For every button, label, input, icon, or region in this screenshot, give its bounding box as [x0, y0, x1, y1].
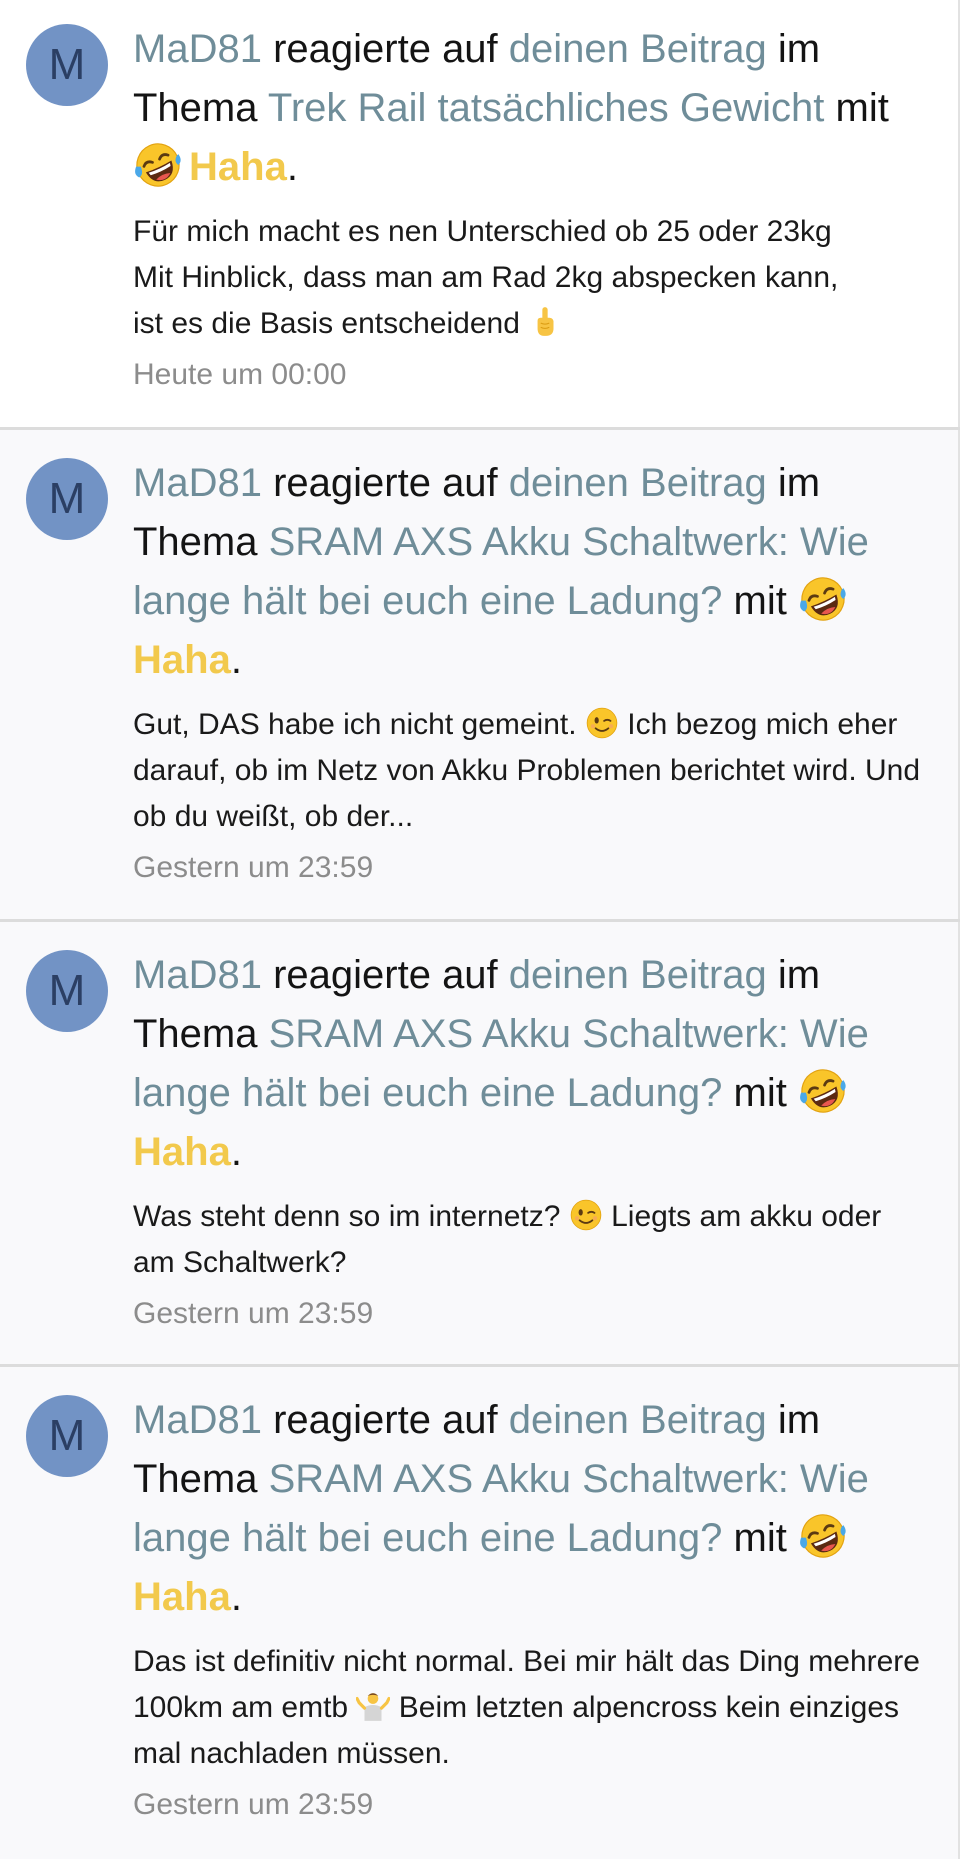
- user-link[interactable]: MaD81: [133, 1398, 262, 1442]
- alert-item[interactable]: M MaD81 reagierte auf deinen Beitrag im …: [0, 1367, 960, 1859]
- alert-item[interactable]: M MaD81 reagierte auf deinen Beitrag im …: [0, 922, 960, 1367]
- post-link[interactable]: deinen Beitrag: [509, 461, 767, 505]
- post-link[interactable]: deinen Beitrag: [509, 27, 767, 71]
- snippet-line: Mit Hinblick, dass man am Rad 2kg abspec…: [133, 261, 839, 294]
- reaction-label: Haha: [189, 145, 287, 189]
- action-text: reagierte auf: [273, 953, 498, 997]
- laughing-emoji-icon: [798, 1066, 848, 1116]
- post-snippet[interactable]: Was steht denn so im internetz? Liegts a…: [133, 1194, 930, 1286]
- laughing-emoji-icon: [798, 1511, 848, 1561]
- alert-headline: MaD81 reagierte auf deinen Beitrag im Th…: [133, 461, 869, 682]
- pointing-up-icon: [528, 305, 562, 339]
- action-text: reagierte auf: [273, 461, 498, 505]
- alert-headline: MaD81 reagierte auf deinen Beitrag im Th…: [133, 20, 930, 197]
- post-snippet[interactable]: Für mich macht es nen Unterschied ob 25 …: [133, 209, 930, 347]
- avatar[interactable]: M: [26, 1395, 108, 1477]
- shrug-icon: [356, 1689, 390, 1723]
- reaction-label: Haha: [133, 1575, 231, 1619]
- reaction-label: Haha: [133, 1130, 231, 1174]
- user-link[interactable]: MaD81: [133, 27, 262, 71]
- snippet-line: Was steht denn so im internetz?: [133, 1200, 561, 1233]
- laughing-emoji-icon: [798, 574, 848, 624]
- snippet-line: Gut, DAS habe ich nicht gemeint.: [133, 708, 577, 741]
- with-text: mit: [733, 1516, 787, 1560]
- alert-headline: MaD81 reagierte auf deinen Beitrag im Th…: [133, 953, 869, 1174]
- alerts-list: M MaD81 reagierte auf deinen Beitrag im …: [0, 0, 960, 1859]
- with-text: mit: [733, 579, 787, 623]
- post-link[interactable]: deinen Beitrag: [509, 953, 767, 997]
- alert-item[interactable]: M MaD81 reagierte auf deinen Beitrag im …: [0, 0, 960, 430]
- avatar[interactable]: M: [26, 458, 108, 540]
- user-link[interactable]: MaD81: [133, 953, 262, 997]
- post-snippet[interactable]: Gut, DAS habe ich nicht gemeint. Ich bez…: [133, 702, 930, 840]
- post-link[interactable]: deinen Beitrag: [509, 1398, 767, 1442]
- laughing-emoji-icon: [133, 140, 183, 190]
- wink-icon: [569, 1198, 603, 1232]
- snippet-line: ist es die Basis entscheidend: [133, 307, 520, 340]
- reaction-label: Haha: [133, 638, 231, 682]
- thread-link[interactable]: Trek Rail tatsächliches Gewicht: [268, 86, 824, 130]
- avatar[interactable]: M: [26, 950, 108, 1032]
- user-link[interactable]: MaD81: [133, 461, 262, 505]
- timestamp: Heute um 00:00: [133, 358, 347, 391]
- wink-icon: [585, 706, 619, 740]
- timestamp: Gestern um 23:59: [133, 1788, 374, 1821]
- snippet-line: Für mich macht es nen Unterschied ob 25 …: [133, 215, 832, 248]
- alert-item[interactable]: M MaD81 reagierte auf deinen Beitrag im …: [0, 430, 960, 922]
- timestamp: Gestern um 23:59: [133, 851, 374, 884]
- alert-headline: MaD81 reagierte auf deinen Beitrag im Th…: [133, 1398, 869, 1619]
- action-text: reagierte auf: [273, 1398, 498, 1442]
- with-text: mit: [835, 86, 889, 130]
- timestamp: Gestern um 23:59: [133, 1297, 374, 1330]
- post-snippet[interactable]: Das ist definitiv nicht normal. Bei mir …: [133, 1639, 930, 1777]
- action-text: reagierte auf: [273, 27, 498, 71]
- with-text: mit: [733, 1071, 787, 1115]
- avatar[interactable]: M: [26, 24, 108, 106]
